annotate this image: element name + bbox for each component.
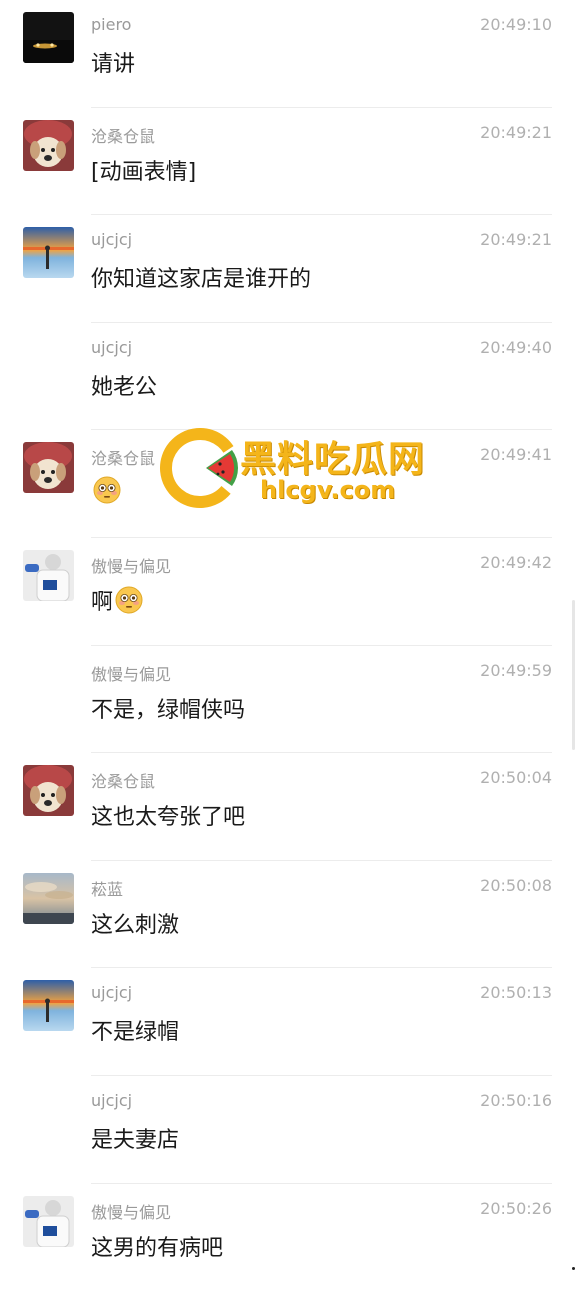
flushed-face-emoji [93, 476, 121, 510]
message-text: 是夫妻店 [91, 1127, 180, 1153]
message-text-content: 啊 [91, 589, 114, 615]
list-item[interactable]: 沧桑仓鼠 20:50:04 这也太夸张了吧 [0, 753, 575, 861]
night-car-avatar[interactable] [23, 12, 74, 63]
watermelon-logo-icon [160, 428, 240, 508]
sender-name: ujcjcj [91, 230, 133, 250]
message-time: 20:49:59 [480, 660, 552, 680]
flushed-face-emoji [115, 586, 143, 620]
dog-avatar[interactable] [23, 119, 74, 171]
message-time: 20:49:10 [480, 15, 552, 34]
sky-avatar[interactable] [23, 872, 74, 924]
list-item[interactable]: 傲慢与偏见 20:49:59 不是，绿帽侠吗 [0, 646, 575, 754]
sunset-avatar[interactable] [23, 227, 74, 279]
message-time: 20:50:04 [480, 768, 552, 788]
sender-name: ujcjcj [91, 983, 133, 1003]
list-item[interactable]: ujcjcj 20:49:21 你知道这家店是谁开的 [0, 215, 575, 323]
sender-name: 菘蓝 [91, 879, 124, 899]
message-text: 请讲 [91, 52, 136, 77]
sender-name: piero [91, 15, 132, 34]
watermark-title: 黑料吃瓜网 [240, 439, 426, 480]
message-time: 20:49:21 [480, 122, 552, 142]
sender-name: ujcjcj [91, 1090, 133, 1110]
message-text: 啊 [91, 584, 143, 620]
sender-name: 沧桑仓鼠 [91, 772, 156, 792]
sender-name: 沧桑仓鼠 [91, 449, 156, 469]
message-time: 20:49:21 [480, 230, 552, 250]
list-item[interactable]: ujcjcj 20:49:40 她老公 [0, 323, 575, 431]
message-time: 20:49:41 [480, 445, 552, 465]
message-text: 你知道这家店是谁开的 [91, 267, 312, 293]
message-text: 不是绿帽 [91, 1020, 180, 1046]
dog-avatar[interactable] [23, 765, 74, 817]
sender-name: 沧桑仓鼠 [91, 126, 156, 146]
list-item[interactable]: ujcjcj 20:50:16 是夫妻店 [0, 1076, 575, 1184]
sender-name: 傲慢与偏见 [91, 1202, 172, 1222]
message-text [91, 476, 121, 510]
list-item[interactable]: ujcjcj 20:50:13 不是绿帽 [0, 968, 575, 1076]
list-item[interactable]: 傲慢与偏见 20:49:42 啊 [0, 538, 575, 646]
message-text: 这也太夸张了吧 [91, 805, 246, 831]
message-time: 20:50:16 [480, 1090, 552, 1110]
message-text: [动画表情] [91, 159, 197, 185]
message-text: 这么刺激 [91, 912, 180, 938]
list-item[interactable]: 菘蓝 20:50:08 这么刺激 [0, 861, 575, 969]
watermark-url: hlcgv.com [260, 476, 396, 504]
message-time: 20:50:26 [480, 1198, 552, 1218]
dog-avatar[interactable] [23, 442, 74, 494]
message-time: 20:49:42 [480, 552, 552, 572]
sender-name: 傲慢与偏见 [91, 664, 172, 684]
message-text: 这男的有病吧 [91, 1235, 224, 1261]
chat-history-list: piero 20:49:10 请讲 沧桑仓鼠 20:49:21 [动画表情] u… [0, 0, 575, 1291]
message-time: 20:50:08 [480, 875, 552, 895]
list-item[interactable]: piero 20:49:10 请讲 [0, 0, 575, 108]
list-item[interactable]: 傲慢与偏见 20:50:26 这男的有病吧 [0, 1184, 575, 1291]
message-time: 20:50:13 [480, 983, 552, 1003]
message-time: 20:49:40 [480, 337, 552, 357]
sender-name: 傲慢与偏见 [91, 556, 172, 576]
person-avatar[interactable] [23, 1195, 74, 1247]
list-item[interactable]: 沧桑仓鼠 20:49:21 [动画表情] [0, 108, 575, 216]
sender-name: ujcjcj [91, 337, 133, 357]
message-text: 不是，绿帽侠吗 [91, 697, 246, 723]
sunset-avatar[interactable] [23, 980, 74, 1032]
person-avatar[interactable] [23, 549, 74, 601]
message-text: 她老公 [91, 374, 158, 400]
watermark: 黑料吃瓜网 hlcgv.com [160, 428, 440, 510]
